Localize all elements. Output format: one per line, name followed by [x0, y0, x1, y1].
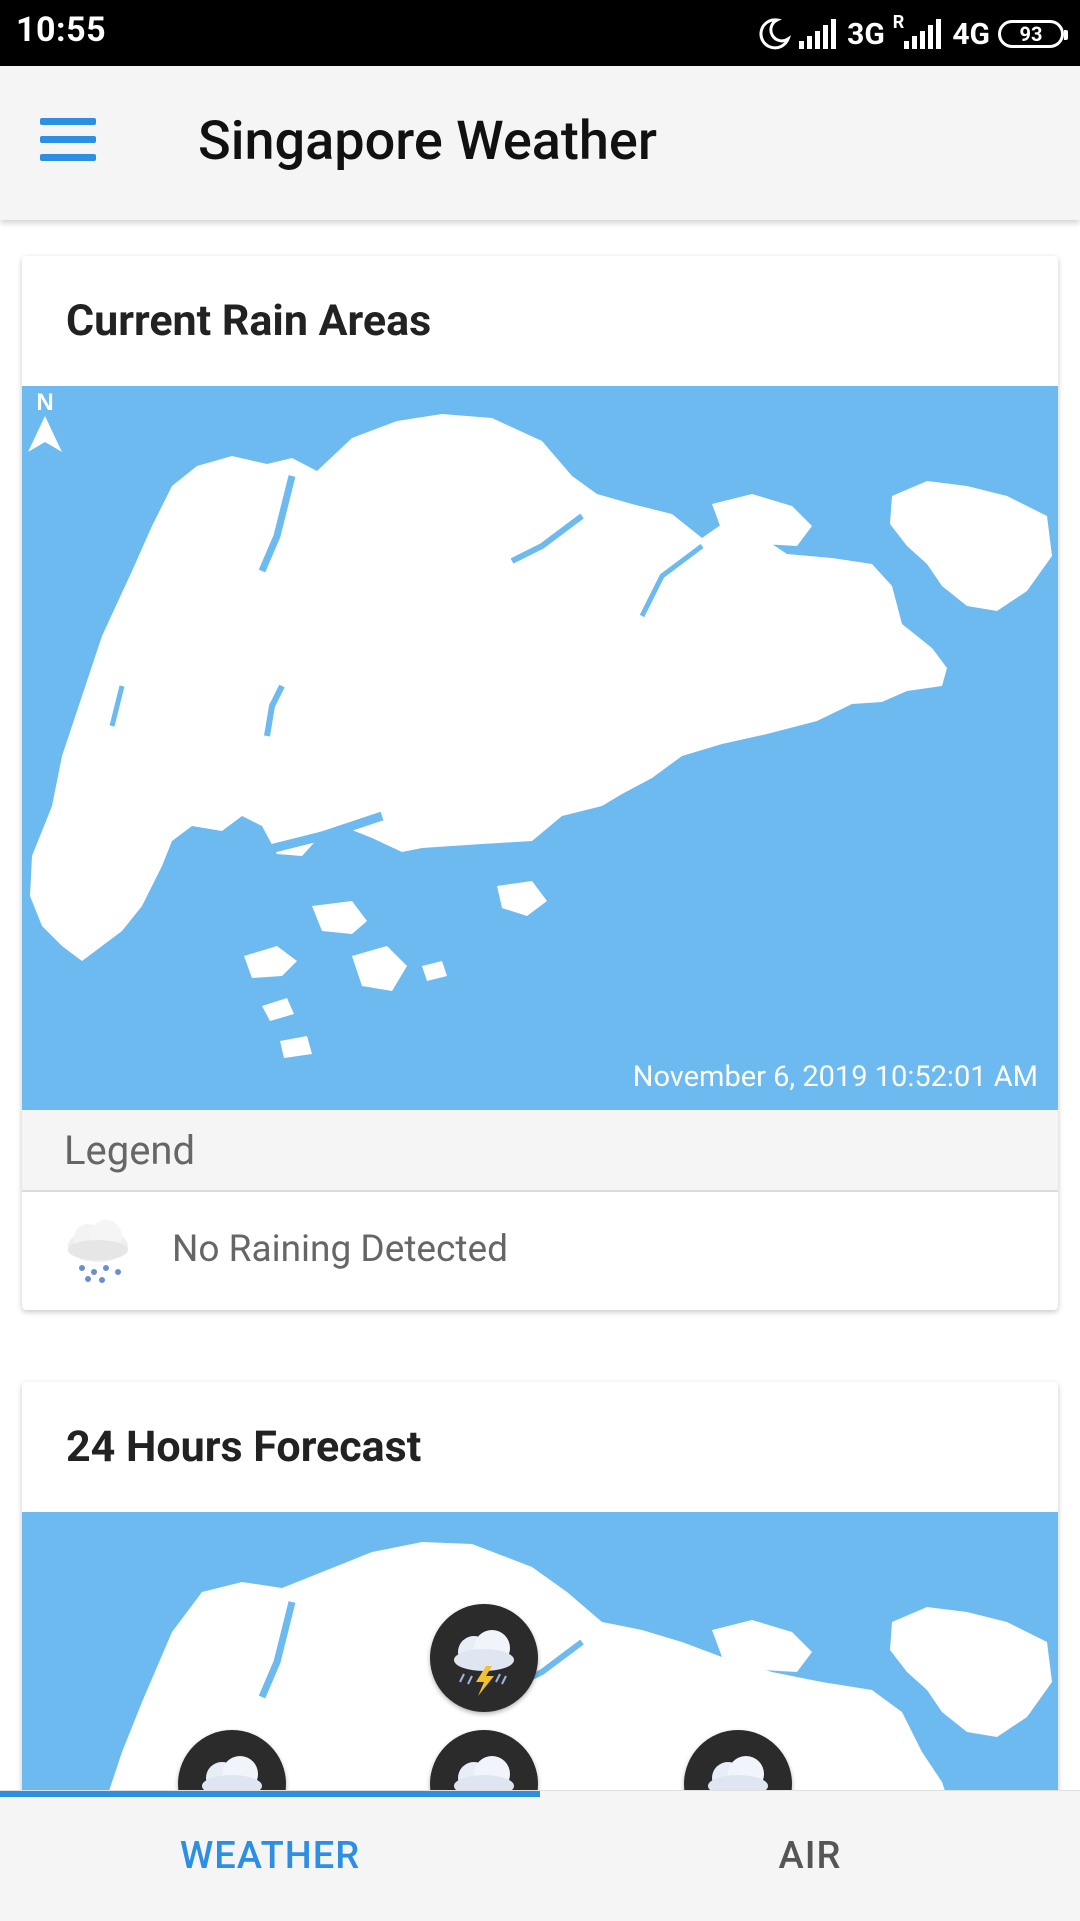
do-not-disturb-moon-icon: [759, 18, 792, 50]
tab-air[interactable]: AIR: [540, 1791, 1080, 1921]
app-bar: Singapore Weather: [0, 66, 1080, 220]
singapore-map-shape: [30, 414, 1052, 1058]
app-title: Singapore Weather: [198, 110, 657, 173]
legend-header: Legend: [22, 1110, 1058, 1192]
tab-weather[interactable]: WEATHER: [0, 1791, 540, 1921]
signal-icon: [799, 19, 837, 49]
rain-areas-card: Current Rain Areas N November 6, 2019 10…: [22, 256, 1058, 1310]
legend-label: No Raining Detected: [172, 1228, 508, 1271]
battery-level: 93: [1019, 22, 1043, 46]
thunderstorm-icon[interactable]: [430, 1604, 538, 1712]
signal-icon-2: [904, 19, 942, 49]
network-type-2: 4G: [952, 16, 990, 52]
rain-card-title: Current Rain Areas: [66, 296, 432, 346]
status-time: 10:55: [16, 10, 107, 50]
forecast-map-shape: [105, 1542, 1052, 1802]
forecast-map[interactable]: [22, 1512, 1058, 1802]
forecast-card-title: 24 Hours Forecast: [66, 1422, 422, 1472]
bottom-navigation: WEATHER AIR: [0, 1790, 1080, 1921]
rain-cloud-icon: [68, 1220, 128, 1283]
legend-item: No Raining Detected: [22, 1192, 1058, 1310]
north-arrow-icon: N: [28, 389, 62, 452]
forecast-card: 24 Hours Forecast: [22, 1382, 1058, 1802]
status-icons: 3G R 4G 93: [757, 12, 1068, 56]
rain-map[interactable]: N November 6, 2019 10:52:01 AM: [22, 386, 1058, 1110]
hamburger-menu-icon[interactable]: [40, 118, 96, 170]
north-label: N: [36, 389, 53, 416]
roaming-indicator: R: [892, 12, 905, 33]
map-timestamp: November 6, 2019 10:52:01 AM: [632, 1060, 1038, 1094]
status-bar: 10:55 3G R 4G 93: [0, 0, 1080, 66]
battery-icon: 93: [998, 20, 1068, 48]
network-type-1: 3G: [847, 16, 885, 52]
